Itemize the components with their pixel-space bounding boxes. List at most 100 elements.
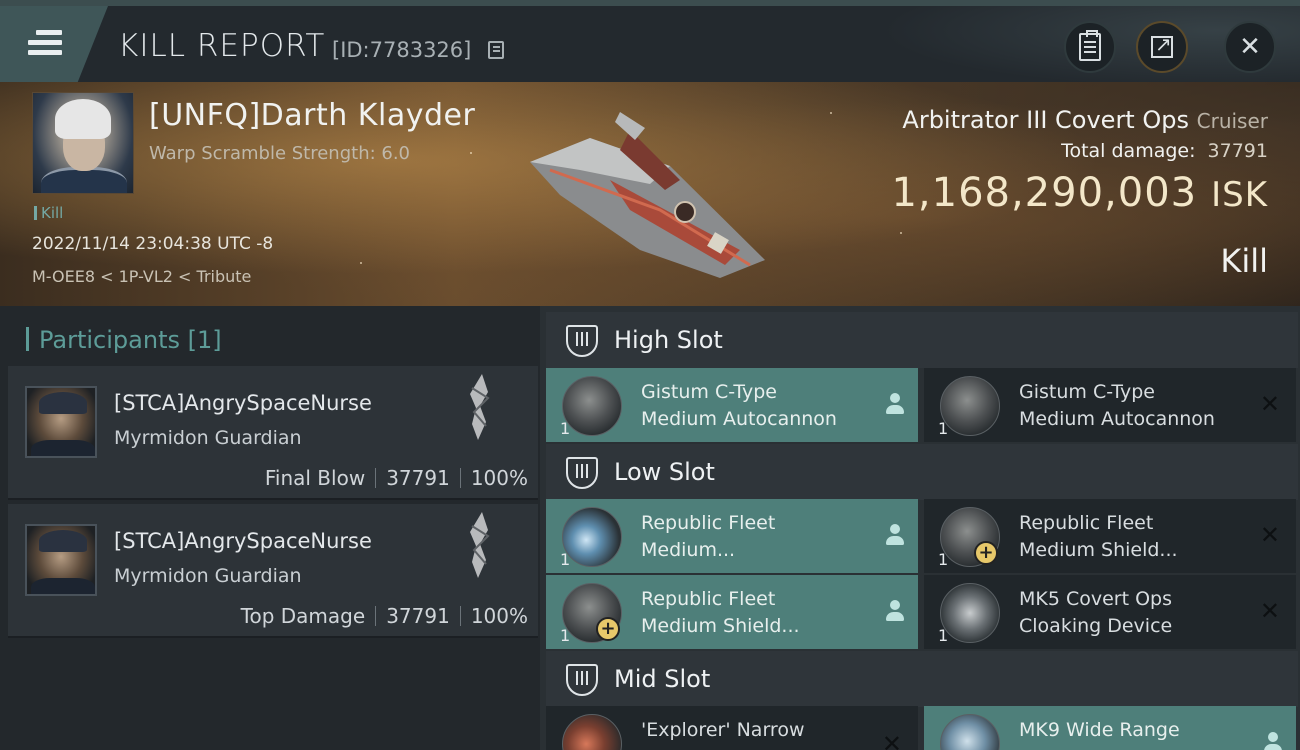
module-name-line1: 'Explorer' Narrow [641,719,805,741]
star [470,152,472,154]
low-slot-label: Low Slot [614,458,715,486]
isk-unit: ISK [1211,175,1268,215]
ship-name: Arbitrator III Covert Ops Cruiser [902,106,1268,134]
isk-amount: 1,168,290,003 [891,170,1198,216]
participant-role: Top Damage [240,604,366,628]
module-name-line1: Gistum C-Type [1019,381,1155,403]
page-title: KILL REPORT [118,28,326,64]
module-item[interactable]: + 1 Republic Fleet Medium Shield... ✕ [924,499,1296,573]
menu-icon [28,30,62,60]
participant-percent: 100% [470,466,528,490]
kill-datetime: 2022/11/14 23:04:38 UTC -8 [32,234,274,254]
share-icon [1151,32,1173,58]
ship-class: Cruiser [1196,109,1268,133]
module-name-line2: Medium Autocannon [1019,408,1215,430]
module-name-line1: Republic Fleet [641,512,776,534]
report-id: [ID:7783326] [332,38,472,62]
module-item[interactable]: + 1 Republic Fleet Medium Shield... [546,575,918,649]
ship-type[interactable]: Arbitrator III Covert Ops [902,106,1189,134]
participant-ship-icon[interactable] [460,374,500,440]
module-name-line1: Republic Fleet [641,588,776,610]
autocannon-icon [940,376,1000,436]
module-name-line1: MK9 Wide Range [1019,719,1180,741]
dropped-person-icon [886,524,904,546]
module-name-line1: Republic Fleet [1019,512,1154,534]
cloaking-device-icon [940,583,1000,643]
participant-name[interactable]: [STCA]AngrySpaceNurse [114,529,372,553]
destroyed-x-icon: ✕ [1259,521,1280,549]
module-quantity: 1 [938,626,949,645]
ship-render[interactable] [520,100,780,290]
module-quantity: 1 [938,550,949,569]
victim-name[interactable]: [UNFQ]Darth Klayder [149,98,475,133]
slot-shield-icon [566,664,598,696]
participant-damage: 37791 [386,466,450,490]
mid-slot-header: Mid Slot [546,651,1298,707]
high-slot-header: High Slot [546,312,1298,368]
dropped-person-icon [1264,732,1282,750]
module-quantity: 1 [560,626,571,645]
module-name-line2: Cloaking Device [1019,615,1173,637]
share-button[interactable] [1136,21,1188,73]
participant-card[interactable]: [STCA]AngrySpaceNurse Myrmidon Guardian … [8,366,538,500]
star [830,112,832,114]
participant-ship: Myrmidon Guardian [114,427,302,449]
participant-ship-icon[interactable] [460,512,500,578]
close-button[interactable]: ✕ [1224,21,1276,73]
destroyed-x-icon: ✕ [1259,390,1280,418]
participants-title: Participants [1] [26,326,222,354]
participant-role: Final Blow [264,466,366,490]
module-quantity: 1 [560,419,571,438]
close-icon: ✕ [1239,32,1261,62]
module-name-line1: MK5 Covert Ops [1019,588,1173,610]
module-item[interactable]: 'Explorer' Narrow ✕ [546,706,918,750]
module-item[interactable]: 1 Republic Fleet Medium... [546,499,918,573]
participants-panel: Participants [1] [STCA]AngrySpaceNurse M… [0,306,540,750]
participant-percent: 100% [470,604,528,628]
kill-outcome: Kill [1220,242,1268,280]
autocannon-icon [562,376,622,436]
slot-shield-icon [566,457,598,489]
dropped-person-icon [886,600,904,622]
dropped-person-icon [886,393,904,415]
participant-stats: Top Damage 37791 100% [241,604,528,628]
module-item[interactable]: 1 MK5 Covert Ops Cloaking Device ✕ [924,575,1296,649]
destroyed-x-icon: ✕ [1259,597,1280,625]
participant-damage: 37791 [386,604,450,628]
module-name-line2: Medium Autocannon [641,408,837,430]
module-name-line2: Medium Shield... [641,615,800,637]
top-bar: KILL REPORT [ID:7783326] ✕ [0,0,1300,88]
star [360,262,362,264]
plus-icon: + [974,541,998,565]
module-name-line2: Medium... [641,539,736,561]
fitting-panel: High Slot 1 Gistum C-Type Medium Autocann… [540,306,1300,750]
participant-avatar[interactable] [25,386,97,458]
module-item[interactable]: MK9 Wide Range [924,706,1296,750]
participant-name[interactable]: [STCA]AngrySpaceNurse [114,391,372,415]
clipboard-button[interactable] [1064,21,1116,73]
star [900,232,902,234]
total-damage-label: Total damage: [1061,140,1196,162]
probe-launcher-icon [562,714,622,750]
warp-scramble-strength: Warp Scramble Strength: 6.0 [149,143,411,164]
menu-button[interactable] [0,6,108,82]
victim-banner: [UNFQ]Darth Klayder Warp Scramble Streng… [0,82,1300,306]
participant-card[interactable]: [STCA]AngrySpaceNurse Myrmidon Guardian … [8,504,538,638]
plus-icon: + [596,617,620,641]
copy-icon[interactable] [488,41,504,59]
slot-shield-icon [566,325,598,357]
module-icon [562,507,622,567]
module-quantity: 1 [560,550,571,569]
total-damage: Total damage: 37791 [1061,140,1268,162]
mid-slot-label: Mid Slot [614,665,711,693]
module-name-line1: Gistum C-Type [641,381,777,403]
module-name-line2: Medium Shield... [1019,539,1178,561]
module-item[interactable]: 1 Gistum C-Type Medium Autocannon [546,368,918,442]
module-quantity: 1 [938,419,949,438]
kill-tag: Kill [34,204,63,222]
victim-portrait[interactable] [32,92,134,194]
participant-avatar[interactable] [25,524,97,596]
kill-location[interactable]: M-OEE8 < 1P-VL2 < Tribute [32,267,251,286]
module-item[interactable]: 1 Gistum C-Type Medium Autocannon ✕ [924,368,1296,442]
clipboard-icon [1079,30,1101,61]
